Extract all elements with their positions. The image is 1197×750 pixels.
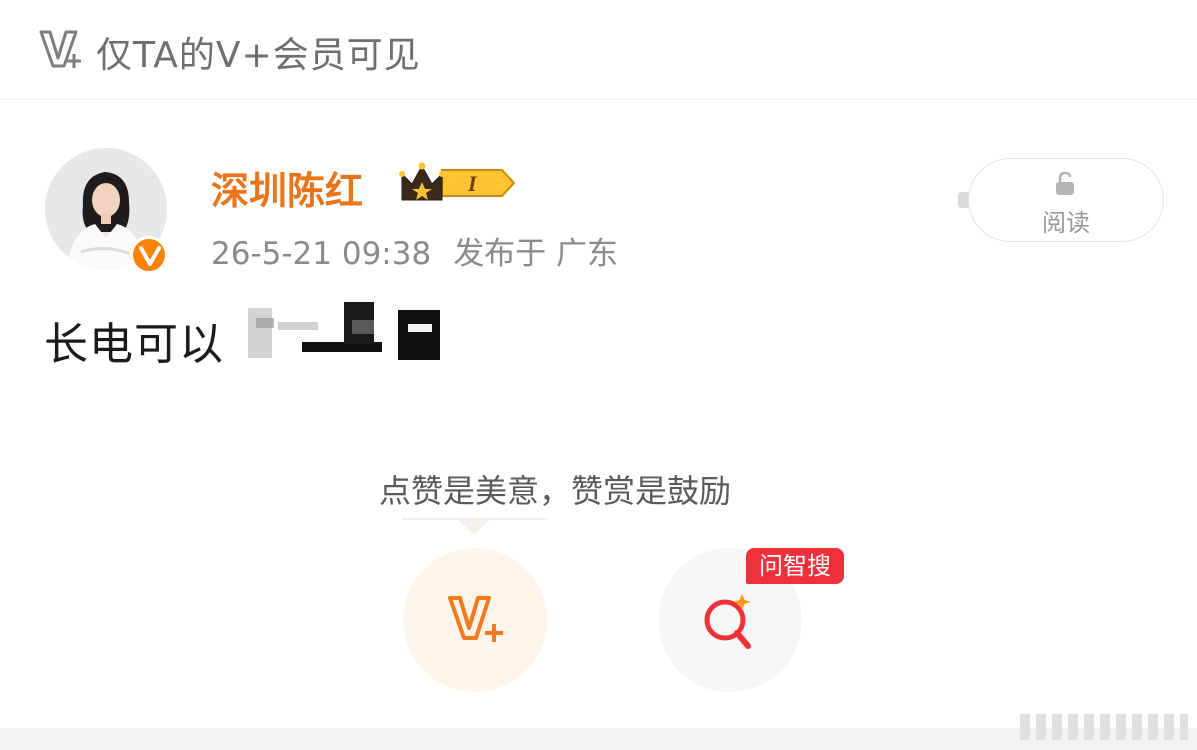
visibility-text: 仅TA的V+会员可见 xyxy=(96,35,421,76)
lock-icon xyxy=(1056,171,1074,195)
reward-hint: 点赞是美意，赞赏是鼓励 xyxy=(378,472,731,510)
vplus-icon xyxy=(39,30,81,68)
visibility-header: 仅TA的V+会员可见 xyxy=(0,0,1197,100)
member-level-text: I xyxy=(467,171,478,196)
post-text: 长电可以 xyxy=(44,319,224,370)
v-verified-icon xyxy=(139,246,161,266)
vplus-icon xyxy=(448,596,503,642)
redacted-text xyxy=(248,302,440,360)
member-level-badge[interactable]: I xyxy=(398,160,516,206)
hint-pointer xyxy=(456,518,492,534)
author-name[interactable]: 深圳陈红 xyxy=(211,160,363,215)
verified-badge xyxy=(130,236,168,274)
vplus-subscribe-button[interactable] xyxy=(403,548,547,692)
read-button[interactable]: 阅读 xyxy=(968,158,1164,242)
smart-search-tag[interactable]: 问智搜 xyxy=(746,548,844,584)
post-location: 发布于 广东 xyxy=(453,236,619,272)
watermark-pattern xyxy=(1020,714,1188,740)
bottom-strip xyxy=(0,728,1197,750)
post-meta: 26-5-21 09:38 发布于 广东 xyxy=(211,228,618,273)
search-icon xyxy=(704,594,751,649)
read-button-label: 阅读 xyxy=(1042,209,1090,237)
post-timestamp: 26-5-21 09:38 xyxy=(211,236,432,272)
